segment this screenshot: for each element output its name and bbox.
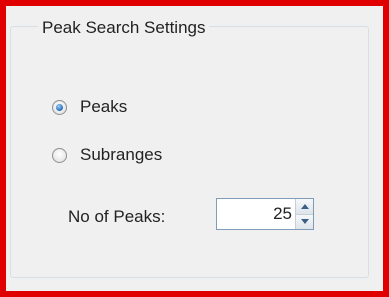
spin-down-button[interactable] <box>296 214 313 229</box>
radio-peaks-button[interactable] <box>52 99 67 115</box>
num-peaks-label: No of Peaks: <box>68 207 166 226</box>
spin-down-arrow-icon <box>300 219 309 225</box>
num-peaks-stepper[interactable]: 25 <box>216 198 314 230</box>
spin-up-arrow-icon <box>300 203 309 209</box>
radio-option-peaks[interactable]: Peaks <box>52 95 127 119</box>
group-title: Peak Search Settings <box>38 18 210 38</box>
radio-subranges-button[interactable] <box>52 147 67 163</box>
radio-peaks-label[interactable]: Peaks <box>80 97 127 117</box>
radio-selected-dot-icon <box>56 103 63 111</box>
stepper-buttons <box>295 199 313 229</box>
num-peaks-value[interactable]: 25 <box>217 199 295 229</box>
radio-subranges-label[interactable]: Subranges <box>80 145 162 165</box>
spin-up-button[interactable] <box>296 199 313 215</box>
radio-option-subranges[interactable]: Subranges <box>52 143 162 167</box>
